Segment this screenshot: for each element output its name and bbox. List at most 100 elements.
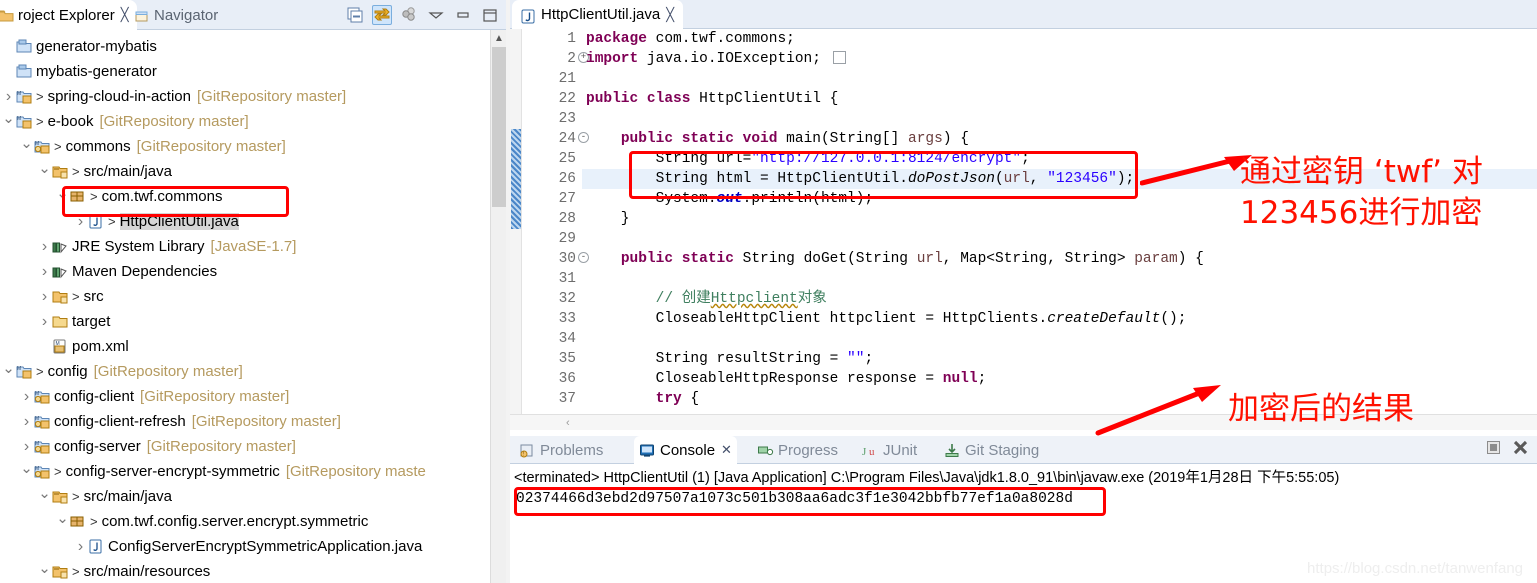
collapse-all-icon[interactable] [345,5,365,25]
problems-icon: ! [519,443,536,458]
code-line[interactable] [582,109,1537,129]
annotation-ruler[interactable] [510,29,522,414]
chevron-down-icon[interactable] [426,5,446,25]
tree-item[interactable]: › Mconfig-server [GitRepository master] [0,434,490,459]
tree-item[interactable]: › M > spring-cloud-in-action [GitRepository … [0,84,490,109]
code-line[interactable]: String resultString = ""; [582,349,1537,369]
tree-item[interactable]: ⌄ > src/main/java [0,484,490,509]
code-line[interactable] [582,269,1537,289]
tree-item-label: com.twf.config.server.encrypt.symmetric [101,513,369,530]
chevron-right-icon[interactable]: › [38,238,51,255]
minimize-icon[interactable] [1486,440,1501,460]
chevron-right-icon[interactable]: › [38,263,51,280]
chevron-down-icon[interactable]: ⌄ [20,136,33,151]
chevron-right-icon[interactable]: › [20,438,33,455]
link-editor-icon[interactable] [372,5,392,25]
tree-item-label: mybatis-generator [36,63,157,80]
tree-item[interactable]: ⌄ > com.twf.commons [0,184,490,209]
tab-project-explorer[interactable]: roject Explorer ╳ [0,0,137,30]
chevron-down-icon[interactable]: ⌄ [56,511,69,526]
tree-item[interactable]: › Maven Dependencies [0,259,490,284]
tree-item[interactable]: generator-mybatis [0,34,490,59]
chevron-down-icon[interactable]: ⌄ [38,161,51,176]
tree-item[interactable]: › JRE System Library [JavaSE-1.7] [0,234,490,259]
tree-item[interactable]: › > HttpClientUtil.java [0,209,490,234]
tree-item[interactable]: ⌄ M > e-book [GitRepository master] [0,109,490,134]
code-line[interactable]: import java.io.IOException; [582,49,1537,69]
tab-problems[interactable]: ! Problems [514,436,608,464]
chevron-down-icon[interactable]: ⌄ [2,111,15,126]
tree-item-label: Maven Dependencies [72,263,218,280]
tab-label: Problems [540,441,604,459]
chevron-right-icon[interactable]: › [2,88,15,105]
tab-label: Git Staging [965,441,1040,459]
chevron-down-icon[interactable]: ⌄ [20,461,33,476]
svg-text:M: M [35,466,39,472]
tree-item[interactable]: ⌄ M > config [GitRepository master] [0,359,490,384]
tree-item[interactable]: › Mconfig-client-refresh [GitRepository ma… [0,409,490,434]
chevron-right-icon[interactable]: › [74,538,87,555]
code-line[interactable]: package com.twf.commons; [582,29,1537,49]
chevron-down-icon[interactable]: ⌄ [38,561,51,576]
close-icon[interactable]: ✕ [721,442,732,458]
scroll-up-icon[interactable]: ▲ [491,30,506,46]
tree-item-meta: [GitRepository master] [197,88,347,105]
tree-item[interactable]: ⌄ M > config-server-encrypt-symmetric [GitRe… [0,459,490,484]
line-number: 26 [522,169,578,189]
chevron-right-icon[interactable]: › [74,213,87,230]
chevron-down-icon[interactable]: ⌄ [56,186,69,201]
maximize-icon[interactable] [480,5,500,25]
line-number-text: 21 [558,71,576,87]
tab-navigator[interactable]: Navigator [128,0,224,30]
project-tree-scrollbar[interactable]: ▲ [490,30,506,583]
code-line[interactable]: CloseableHttpClient httpclient = HttpCli… [582,309,1537,329]
project-explorer-view: roject Explorer ╳ Navigator generator-my… [0,0,506,583]
tree-item-meta: [GitRepository master] [191,413,341,430]
code-line[interactable]: public static void main(String[] args) { [582,129,1537,149]
tree-item[interactable]: › target [0,309,490,334]
code-line[interactable]: CloseableHttpResponse response = null; [582,369,1537,389]
tab-httpclientutil-java[interactable]: HttpClientUtil.java ╳ [512,0,684,29]
tree-item-label: config-client [54,388,135,405]
chevron-right-icon[interactable]: › [20,388,33,405]
tree-item[interactable]: mybatis-generator [0,59,490,84]
line-number-text: 26 [558,171,576,187]
java-file-icon [521,9,537,23]
code-token: ) { [942,131,969,147]
code-line[interactable]: // 创建Httpclient对象 [582,289,1537,309]
tab-junit[interactable]: Ju JUnit [857,436,922,464]
chevron-right-icon[interactable]: › [38,313,51,330]
watermark: https://blog.csdn.net/tanwenfang [1307,560,1523,577]
scroll-left-icon[interactable]: ‹ [566,417,570,429]
code-line[interactable]: public static String doGet(String url, M… [582,249,1537,269]
chevron-right-icon[interactable]: › [20,413,33,430]
filters-icon[interactable] [399,5,419,25]
tree-item[interactable]: ⌄ > src/main/resources [0,559,490,583]
folded-imports-icon[interactable] [832,51,846,64]
scrollbar-thumb[interactable] [492,47,506,207]
chevron-right-icon[interactable]: › [38,288,51,305]
code-line[interactable] [582,69,1537,89]
code-line[interactable]: public class HttpClientUtil { [582,89,1537,109]
tab-progress[interactable]: Progress [752,436,843,464]
tree-item[interactable]: › Mconfig-client [GitRepository master] [0,384,490,409]
tree-item[interactable]: › ConfigServerEncryptSymmetricApplication… [0,534,490,559]
chevron-down-icon[interactable]: ⌄ [38,486,51,501]
minimize-icon[interactable] [453,5,473,25]
chevron-down-icon[interactable]: ⌄ [2,361,15,376]
tree-item[interactable]: ⌄ > src/main/java [0,159,490,184]
tree-item[interactable]: › > src [0,284,490,309]
close-icon[interactable] [1512,439,1529,461]
tree-item[interactable]: Mpom.xml [0,334,490,359]
tab-console[interactable]: Console ✕ [634,436,737,464]
tab-git-staging[interactable]: Git Staging [939,436,1044,464]
project-tree[interactable]: generator-mybatis mybatis-generator › M > spr… [0,30,490,583]
code-token: public [620,251,682,267]
tree-item[interactable]: ⌄ > com.twf.config.server.encrypt.symmetri… [0,509,490,534]
tree-item[interactable]: ⌄ M > commons [GitRepository master] [0,134,490,159]
close-icon[interactable]: ╳ [666,7,674,23]
java-file-icon [87,214,105,230]
code-line[interactable] [582,329,1537,349]
svg-text:M: M [35,416,39,422]
